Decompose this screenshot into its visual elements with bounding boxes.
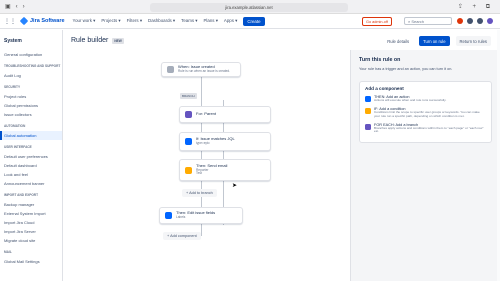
jira-logo-icon <box>19 16 29 26</box>
sidebar-section-troubleshooting: Troubleshooting and support <box>4 64 61 68</box>
header-actions: Rule details Turn on rule Return to rule… <box>383 36 491 46</box>
condition-subtitle: type=epic <box>196 140 210 145</box>
return-to-rules-button[interactable]: Return to rules <box>455 36 491 46</box>
sidebar-section-import-export: Import and export <box>4 193 39 197</box>
trigger-icon <box>167 66 174 73</box>
sidebar-item-global-mail-settings[interactable]: Global Mail Settings <box>0 257 62 266</box>
rule-flow-canvas: When: Issue created Rule is run when an i… <box>63 50 350 281</box>
edit-icon <box>165 212 172 219</box>
option-description: Conditions limit the scope to specific u… <box>374 109 480 118</box>
create-button[interactable]: Create <box>243 16 265 26</box>
rule-details-button[interactable]: Rule details <box>383 36 413 46</box>
sidebar-toggle-icon[interactable]: ▣ <box>5 3 11 10</box>
sidebar-item-import-jira-server[interactable]: Import Jira Server <box>0 227 62 236</box>
send-email-sub2: Test <box>196 171 202 176</box>
menu-dashboards[interactable]: Dashboards ▾ <box>148 18 175 24</box>
add-action-option[interactable]: THEN: Add an action Actions will execute … <box>365 95 486 103</box>
sidebar-item-migrate-cloud-site[interactable]: Migrate cloud site <box>0 236 62 245</box>
top-icons <box>457 18 493 24</box>
address-bar[interactable]: jira.example.atlassian.net <box>150 2 348 12</box>
menu-plans[interactable]: Plans ▾ <box>204 18 218 24</box>
turn-on-rule-button[interactable]: Turn on rule <box>419 36 450 46</box>
add-component-heading: Add a component <box>365 86 404 91</box>
option-description: Branches apply actions and conditions wi… <box>374 125 484 134</box>
add-branch-option[interactable]: FOR EACH: Add a branch Branches apply act… <box>365 123 486 135</box>
panel-heading: Turn this rule on <box>359 57 401 63</box>
help-icon[interactable] <box>467 18 473 24</box>
search-input[interactable]: ⌕ Search <box>404 17 452 25</box>
browser-toolbar: ▣ ‹ › jira.example.atlassian.net ⇪ + ⧉ <box>0 0 500 14</box>
sidebar-item-look-and-feel[interactable]: Look and feel <box>0 170 62 179</box>
sidebar-section-mail: Mail <box>4 250 12 254</box>
forward-icon[interactable]: › <box>23 4 25 10</box>
search-placeholder: Search <box>411 18 425 24</box>
settings-icon[interactable] <box>477 18 483 24</box>
menu-apps[interactable]: Apps ▾ <box>224 18 237 24</box>
email-icon <box>185 166 192 174</box>
jql-condition-icon <box>185 138 192 145</box>
sidebar-item-backup-manager[interactable]: Backup manager <box>0 200 62 209</box>
app-switcher-icon[interactable]: ⋮⋮ <box>4 18 16 25</box>
notifications-icon[interactable] <box>457 18 463 24</box>
add-component-box: Add a component THEN: Add an action Actio… <box>359 81 492 144</box>
menu-your-work[interactable]: Your work ▾ <box>73 18 96 24</box>
admin-sidebar: System General configuration Troubleshoo… <box>0 30 63 281</box>
avatar[interactable] <box>487 18 493 24</box>
action-icon <box>365 96 371 102</box>
new-badge: NEW <box>112 37 124 44</box>
branch-card[interactable]: For: Parent <box>179 106 271 123</box>
main-content: Rule builder NEW Rule details Turn on ru… <box>63 30 500 281</box>
page-title-text: Rule builder <box>71 37 109 44</box>
trigger-subtitle: Rule is run when an issue is created. <box>178 68 231 73</box>
sidebar-title: System <box>4 38 22 44</box>
add-to-branch-button[interactable]: + Add to branch <box>182 189 217 197</box>
browser-actions-icon[interactable]: ⇪ + ⧉ <box>458 3 494 11</box>
sidebar-item-general-configuration[interactable]: General configuration <box>0 50 62 59</box>
top-navigation: ⋮⋮ Jira Software Your work ▾ Projects ▾ … <box>0 14 500 29</box>
sidebar-section-user-interface: User interface <box>4 145 32 149</box>
url-text: jira.example.atlassian.net <box>225 4 273 10</box>
right-panel: Turn this rule on Your rule has a trigge… <box>350 50 500 281</box>
option-description: Actions will execute when and rule runs … <box>374 98 447 102</box>
sidebar-item-import-jira-cloud[interactable]: Import Jira Cloud <box>0 218 62 227</box>
branch-option-icon <box>365 123 371 130</box>
branch-label: BRANCH <box>180 93 197 99</box>
jira-logo[interactable]: Jira Software <box>19 16 65 26</box>
sidebar-item-default-user-preferences[interactable]: Default user preferences <box>0 152 62 161</box>
edit-fields-subtitle: Labels <box>176 214 186 219</box>
branch-title: For: Parent <box>196 111 217 117</box>
add-condition-option[interactable]: IF: Add a condition Conditions limit the … <box>365 107 486 119</box>
sidebar-item-issue-collectors[interactable]: Issue collectors <box>0 110 62 119</box>
add-component-button[interactable]: + Add component <box>163 232 201 240</box>
mouse-cursor-icon: ➤ <box>232 183 238 189</box>
condition-card[interactable]: If: Issue matches JQL type=epic <box>179 132 271 151</box>
menu-teams[interactable]: Teams ▾ <box>181 18 197 24</box>
branch-icon <box>185 111 192 118</box>
send-email-card[interactable]: Then: Send email Reporter Test <box>179 159 271 181</box>
back-icon[interactable]: ‹ <box>16 4 18 10</box>
menu-filters[interactable]: Filters ▾ <box>127 18 142 24</box>
menu-projects[interactable]: Projects ▾ <box>101 18 120 24</box>
sidebar-item-global-automation[interactable]: Global automation <box>0 131 62 140</box>
sidebar-item-audit-log[interactable]: Audit Log <box>0 71 62 80</box>
sidebar-section-security: Security <box>4 85 21 89</box>
panel-text: Your rule has a trigger and an action, y… <box>359 67 453 71</box>
sidebar-section-automation: Automation <box>4 124 26 128</box>
sidebar-item-default-dashboard[interactable]: Default dashboard <box>0 161 62 170</box>
product-name: Jira Software <box>30 18 65 24</box>
sidebar-item-global-permissions[interactable]: Global permissions <box>0 101 62 110</box>
admin-mode-badge[interactable]: Go admin-off <box>362 17 392 26</box>
condition-icon <box>365 107 371 114</box>
page-title: Rule builder NEW <box>71 37 124 44</box>
sidebar-item-project-roles[interactable]: Project roles <box>0 92 62 101</box>
edit-fields-card[interactable]: Then: Edit issue fields Labels <box>159 207 243 224</box>
trigger-card[interactable]: When: Issue created Rule is run when an i… <box>161 62 241 77</box>
sidebar-item-announcement-banner[interactable]: Announcement banner <box>0 179 62 188</box>
sidebar-item-external-system-import[interactable]: External System Import <box>0 209 62 218</box>
